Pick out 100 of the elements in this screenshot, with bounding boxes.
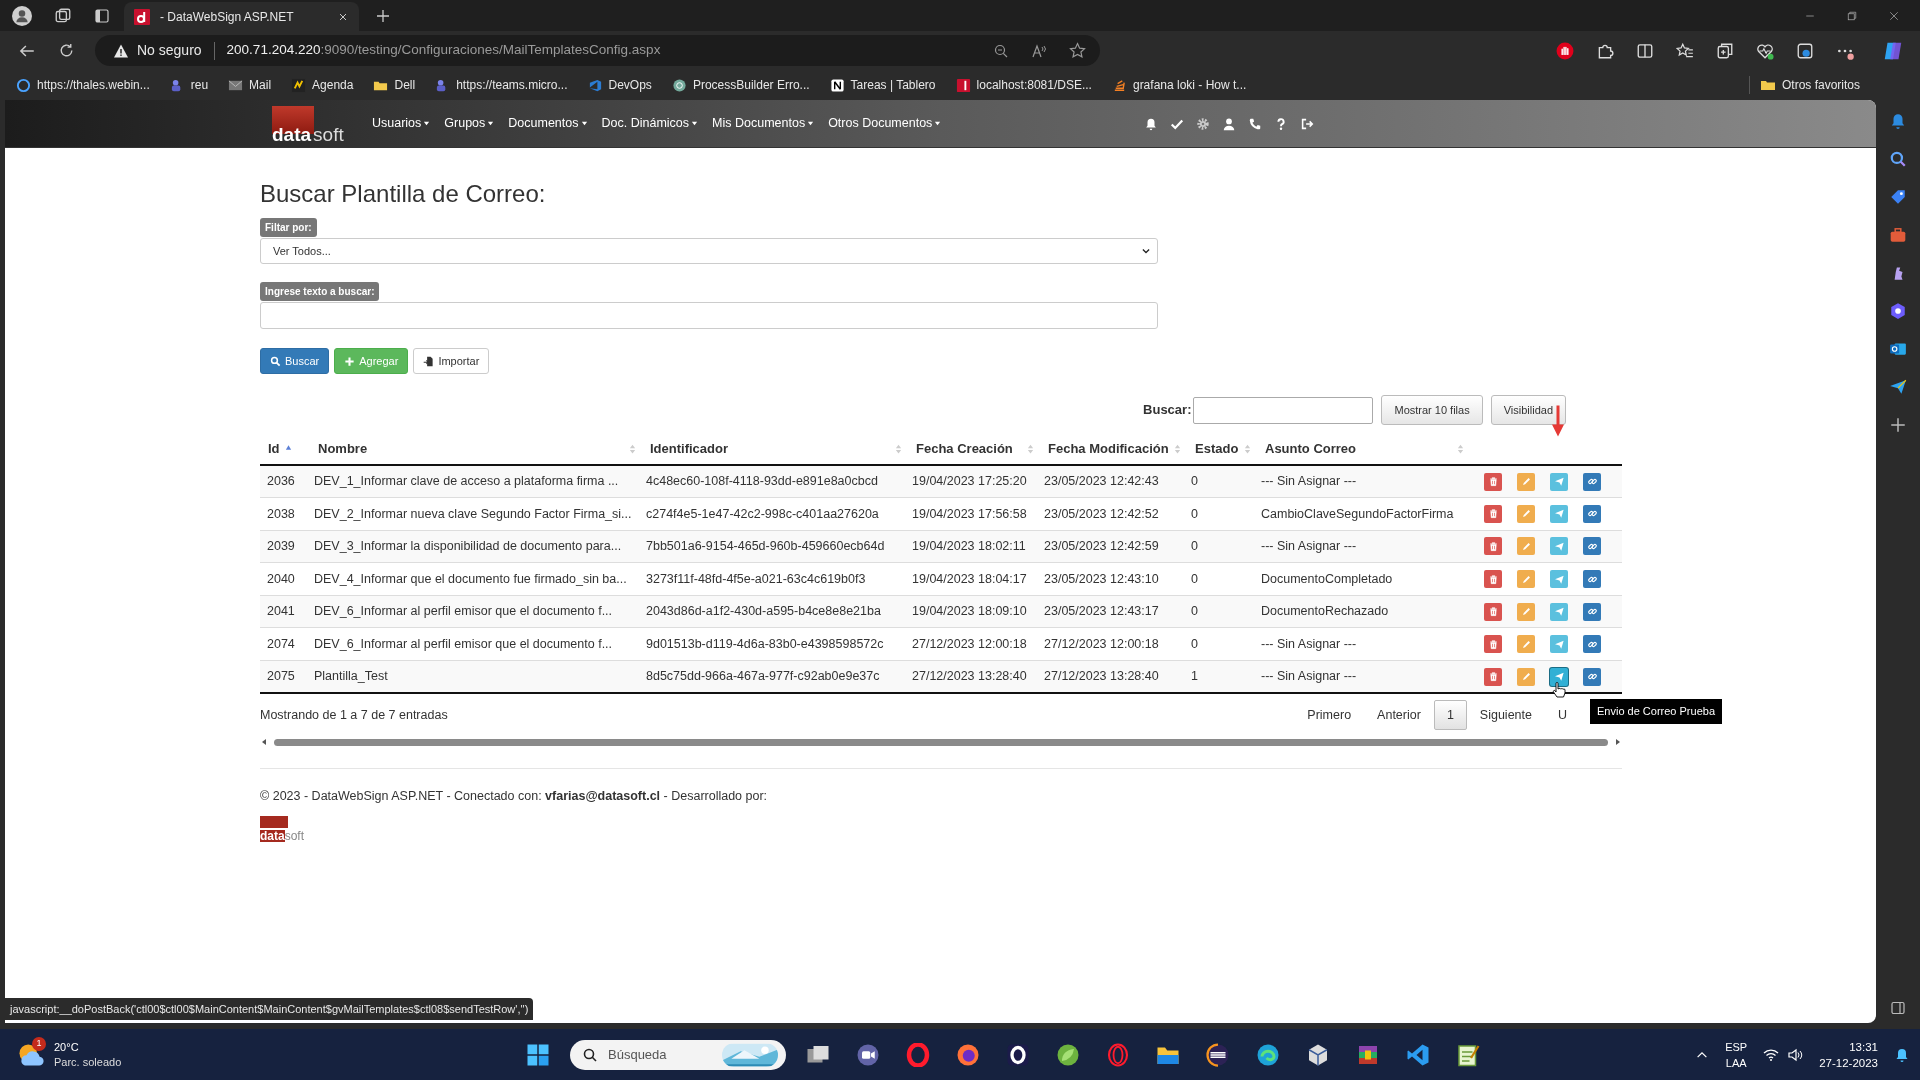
bookmark[interactable]: grafana loki - How t... — [1109, 73, 1249, 97]
language-indicator[interactable]: ESP LAA — [1725, 1038, 1748, 1071]
page-button[interactable]: Primero — [1294, 700, 1365, 731]
column-header[interactable]: Fecha Creación — [908, 433, 1040, 465]
bookmark[interactable]: localhost:8081/DSE... — [953, 73, 1094, 97]
link-button[interactable] — [1583, 635, 1601, 654]
favorites-icon[interactable] — [1676, 41, 1694, 60]
import-button[interactable]: Importar — [413, 348, 490, 374]
collections-icon[interactable] — [1716, 41, 1734, 60]
video-chat-icon[interactable] — [856, 1042, 880, 1067]
column-header[interactable]: Id — [260, 433, 310, 465]
nav-menu-item[interactable]: Doc. Dinámicos — [601, 114, 699, 133]
toolbar-button[interactable]: Mostrar 10 filas — [1381, 395, 1483, 425]
warning-icon[interactable] — [113, 42, 129, 59]
stop-hand-icon[interactable] — [1556, 41, 1574, 60]
nav-menu-item[interactable]: Documentos — [508, 114, 588, 133]
settings-icon[interactable] — [1196, 116, 1210, 131]
profile-icon[interactable] — [12, 6, 32, 26]
tab-actions-icon[interactable] — [94, 8, 110, 24]
tag-icon[interactable] — [1889, 188, 1907, 206]
datasoft-logo[interactable]: datasoft — [272, 102, 350, 147]
column-header[interactable]: Fecha Modificación — [1040, 433, 1187, 465]
send-button[interactable] — [1550, 667, 1568, 686]
nav-menu-item[interactable]: Grupos — [444, 114, 495, 133]
clock[interactable]: 13:31 27-12-2023 — [1819, 1038, 1878, 1071]
volume-icon[interactable] — [1787, 1046, 1804, 1063]
page-button[interactable]: Siguiente — [1466, 700, 1545, 731]
search-field[interactable]: Búsqueda — [570, 1039, 786, 1070]
bell-icon[interactable] — [1889, 112, 1907, 130]
read-aloud-icon[interactable] — [1031, 42, 1047, 59]
nav-menu-item[interactable]: Usuarios — [372, 114, 431, 133]
help-icon[interactable] — [1274, 116, 1288, 131]
scrollbar-thumb[interactable] — [274, 738, 1608, 746]
link-button[interactable] — [1583, 602, 1601, 621]
link-button[interactable] — [1583, 537, 1601, 556]
nav-menu-item[interactable]: Otros Documentos — [828, 114, 942, 133]
scroll-left-icon[interactable] — [260, 738, 268, 747]
leaf-icon[interactable] — [1056, 1042, 1080, 1067]
delete-button[interactable] — [1484, 472, 1502, 491]
page-button[interactable]: 1 — [1433, 700, 1467, 731]
user-icon[interactable] — [1222, 116, 1236, 131]
bookmark[interactable]: https://teams.micro... — [433, 73, 570, 97]
column-header[interactable]: Asunto Correo — [1257, 433, 1470, 465]
delete-button[interactable] — [1484, 504, 1502, 523]
address-field[interactable]: No seguro 200.71.204.220:9090/testing/Configuraciones/MailTemplatesConfig.aspx — [95, 35, 1100, 66]
nav-menu-item[interactable]: Mis Documentos — [712, 114, 815, 133]
star-icon[interactable] — [1069, 42, 1086, 59]
scroll-right-icon[interactable] — [1614, 738, 1622, 747]
hexagon-icon[interactable] — [1889, 302, 1907, 320]
filter-dropdown[interactable]: Ver Todos... — [260, 238, 1158, 264]
bookmark[interactable]: Agenda — [289, 73, 356, 97]
heart-pulse-icon[interactable] — [1756, 41, 1774, 60]
ring-icon[interactable] — [1006, 1042, 1030, 1067]
link-button[interactable] — [1583, 472, 1601, 491]
page-button[interactable]: U — [1544, 700, 1580, 731]
column-header[interactable]: Nombre — [310, 433, 642, 465]
search-button[interactable]: Buscar — [260, 348, 330, 374]
close-window-icon[interactable] — [1888, 9, 1900, 22]
notifications-icon[interactable] — [1894, 1046, 1910, 1063]
reload-icon[interactable] — [58, 42, 75, 59]
delete-button[interactable] — [1484, 667, 1502, 686]
bookmark[interactable]: ProcessBuilder Erro... — [669, 73, 812, 97]
delete-button[interactable] — [1484, 602, 1502, 621]
cube-icon[interactable] — [1306, 1042, 1330, 1067]
delete-button[interactable] — [1484, 537, 1502, 556]
paper-plane-icon[interactable] — [1889, 378, 1907, 396]
column-header[interactable]: Identificador — [642, 433, 908, 465]
start-icon[interactable] — [526, 1042, 550, 1067]
link-button[interactable] — [1583, 667, 1601, 686]
bookmark[interactable]: Dell — [371, 73, 418, 97]
column-header[interactable]: Estado — [1187, 433, 1257, 465]
bookmark[interactable]: Tareas | Tablero — [827, 73, 938, 97]
bookmark[interactable]: DevOps — [585, 73, 654, 97]
notepad-icon[interactable] — [1456, 1042, 1480, 1067]
security-label[interactable]: No seguro — [137, 40, 202, 61]
ie-mode-icon[interactable] — [1796, 41, 1814, 60]
bookmark[interactable]: https://thales.webin... — [14, 73, 152, 97]
bookmark[interactable]: Mail — [226, 73, 274, 97]
sign-out-icon[interactable] — [1300, 116, 1314, 131]
delete-button[interactable] — [1484, 570, 1502, 589]
plus-icon[interactable] — [1889, 416, 1907, 434]
delete-button[interactable] — [1484, 635, 1502, 654]
restore-icon[interactable] — [1846, 9, 1858, 22]
split-screen-icon[interactable] — [1636, 41, 1654, 60]
link-button[interactable] — [1583, 504, 1601, 523]
table-search-field[interactable] — [1193, 396, 1374, 424]
bell-icon[interactable] — [1144, 116, 1158, 131]
workspaces-icon[interactable] — [54, 7, 72, 25]
toolbar-button[interactable]: Visibilidad — [1490, 395, 1566, 425]
page-button[interactable]: Anterior — [1364, 700, 1434, 731]
briefcase-icon[interactable] — [1889, 226, 1907, 244]
new-tab-icon[interactable] — [375, 8, 391, 24]
bookmark[interactable]: reu — [167, 73, 211, 97]
link-button[interactable] — [1583, 570, 1601, 589]
code-editor-icon[interactable] — [1406, 1042, 1430, 1067]
sidebar-toggle-icon[interactable] — [1890, 1000, 1906, 1016]
fox-icon[interactable] — [956, 1042, 980, 1067]
bookmark-folder[interactable]: Otros favoritos — [1748, 76, 1860, 94]
search-text-field[interactable] — [260, 302, 1158, 329]
browser-tab[interactable]: - DataWebSign ASP.NET — [124, 2, 359, 31]
